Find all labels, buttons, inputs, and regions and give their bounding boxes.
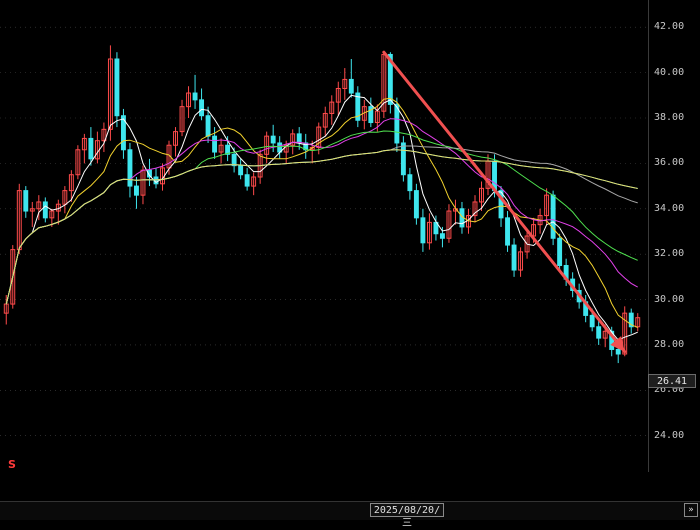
candle-body [420,217,426,244]
y-tick-label: 42.00 [654,21,685,33]
moving-average-line [5,118,638,305]
y-tick-label: 28.00 [654,338,685,350]
candle-body [199,99,205,117]
y-tick-label: 32.00 [654,248,685,260]
moving-average-line [5,149,638,305]
candle-body [231,153,237,167]
candle-body [192,92,198,101]
y-tick-label: 34.00 [654,202,685,214]
moving-average-line [5,97,638,328]
last-price-label: 26.41 [648,374,696,388]
y-tick-label: 38.00 [654,112,685,123]
candle-body [413,190,419,219]
candle-body [244,174,250,187]
candle-body [127,149,133,187]
moving-average-line [5,149,638,305]
candle-body [615,348,621,355]
candle-body [212,135,218,153]
y-tick-label: 24.00 [654,429,685,441]
candle-body [205,115,211,137]
candle-body [88,137,94,160]
candle-body [270,135,276,144]
candle-body [134,185,139,196]
candle-body [407,174,413,192]
candle-body [505,217,510,246]
candle-body [511,244,517,271]
candle-body [589,314,595,328]
moving-average-line [5,145,638,305]
candle-body [23,190,29,212]
moving-average-line [5,130,638,305]
candle-body [550,194,556,239]
moving-average-line [5,94,638,341]
expand-chevron-icon[interactable]: » [684,503,698,517]
crosshair-date-label: 2025/08/20/三 [370,503,444,529]
sell-signal-marker: S [8,458,16,471]
candle-body [596,326,602,339]
candle-body [348,78,354,94]
candle-body [42,201,48,219]
time-axis-bar [0,501,700,520]
candle-body [400,142,406,176]
candle-body [557,237,563,266]
candle-body [439,233,445,239]
y-tick-label: 30.00 [654,293,685,305]
candle-body [296,133,302,144]
price-axis: 42.00 40.00 38.00 36.00 34.00 32.00 30.00 28.00… [648,0,700,472]
y-tick-label: 36.00 [654,157,685,169]
candle-body [114,58,120,117]
price-chart-area[interactable] [0,0,648,472]
candle-body [238,165,244,176]
candlestick-chart[interactable] [0,0,648,472]
trend-arrow-line [382,50,627,354]
y-tick-label: 40.00 [654,66,685,78]
